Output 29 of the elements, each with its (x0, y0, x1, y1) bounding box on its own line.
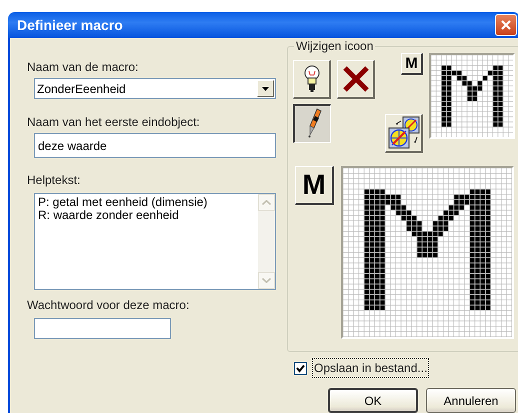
letter-button[interactable]: M (295, 166, 334, 205)
help-text-area[interactable]: P: getal met eenheid (dimensie) R: waarde zonder eenheid (34, 193, 276, 290)
delete-icon (342, 66, 370, 92)
checkbox[interactable] (294, 362, 307, 374)
dropdown-arrow-icon[interactable] (262, 86, 269, 90)
field-label: Wachtwoord voor deze macro: (27, 298, 190, 312)
group-title: Wijzigen icoon (294, 39, 376, 53)
text-field[interactable]: deze waarde (34, 133, 276, 158)
close-button[interactable] (495, 14, 517, 36)
bulb-icon (304, 65, 320, 93)
checkbox-label[interactable]: Opslaan in bestand... (312, 358, 430, 378)
field-label: Naam van de macro: (27, 60, 140, 74)
window-title: Definieer macro (17, 16, 124, 34)
pixel-editor-grid[interactable] (341, 166, 514, 339)
field-label: Helptekst: (27, 173, 82, 187)
field-label: Naam van het eerste eindobject: (27, 115, 201, 129)
password-field[interactable] (34, 318, 171, 339)
close-icon[interactable] (500, 19, 512, 31)
preview-letter-button[interactable]: M (401, 53, 423, 75)
macro-name-combobox[interactable]: ZonderEeenheid (34, 78, 276, 99)
dialog-button[interactable]: Annuleren (426, 388, 516, 413)
dropdown-button[interactable] (257, 80, 274, 97)
bulb-button[interactable] (293, 60, 331, 99)
pen-button[interactable] (293, 104, 331, 143)
copy-button[interactable] (385, 114, 423, 153)
copy-icon (386, 116, 420, 150)
delete-button[interactable] (337, 60, 375, 99)
icon-preview-grid[interactable] (429, 53, 516, 140)
dialog-button[interactable]: OK (328, 388, 418, 413)
